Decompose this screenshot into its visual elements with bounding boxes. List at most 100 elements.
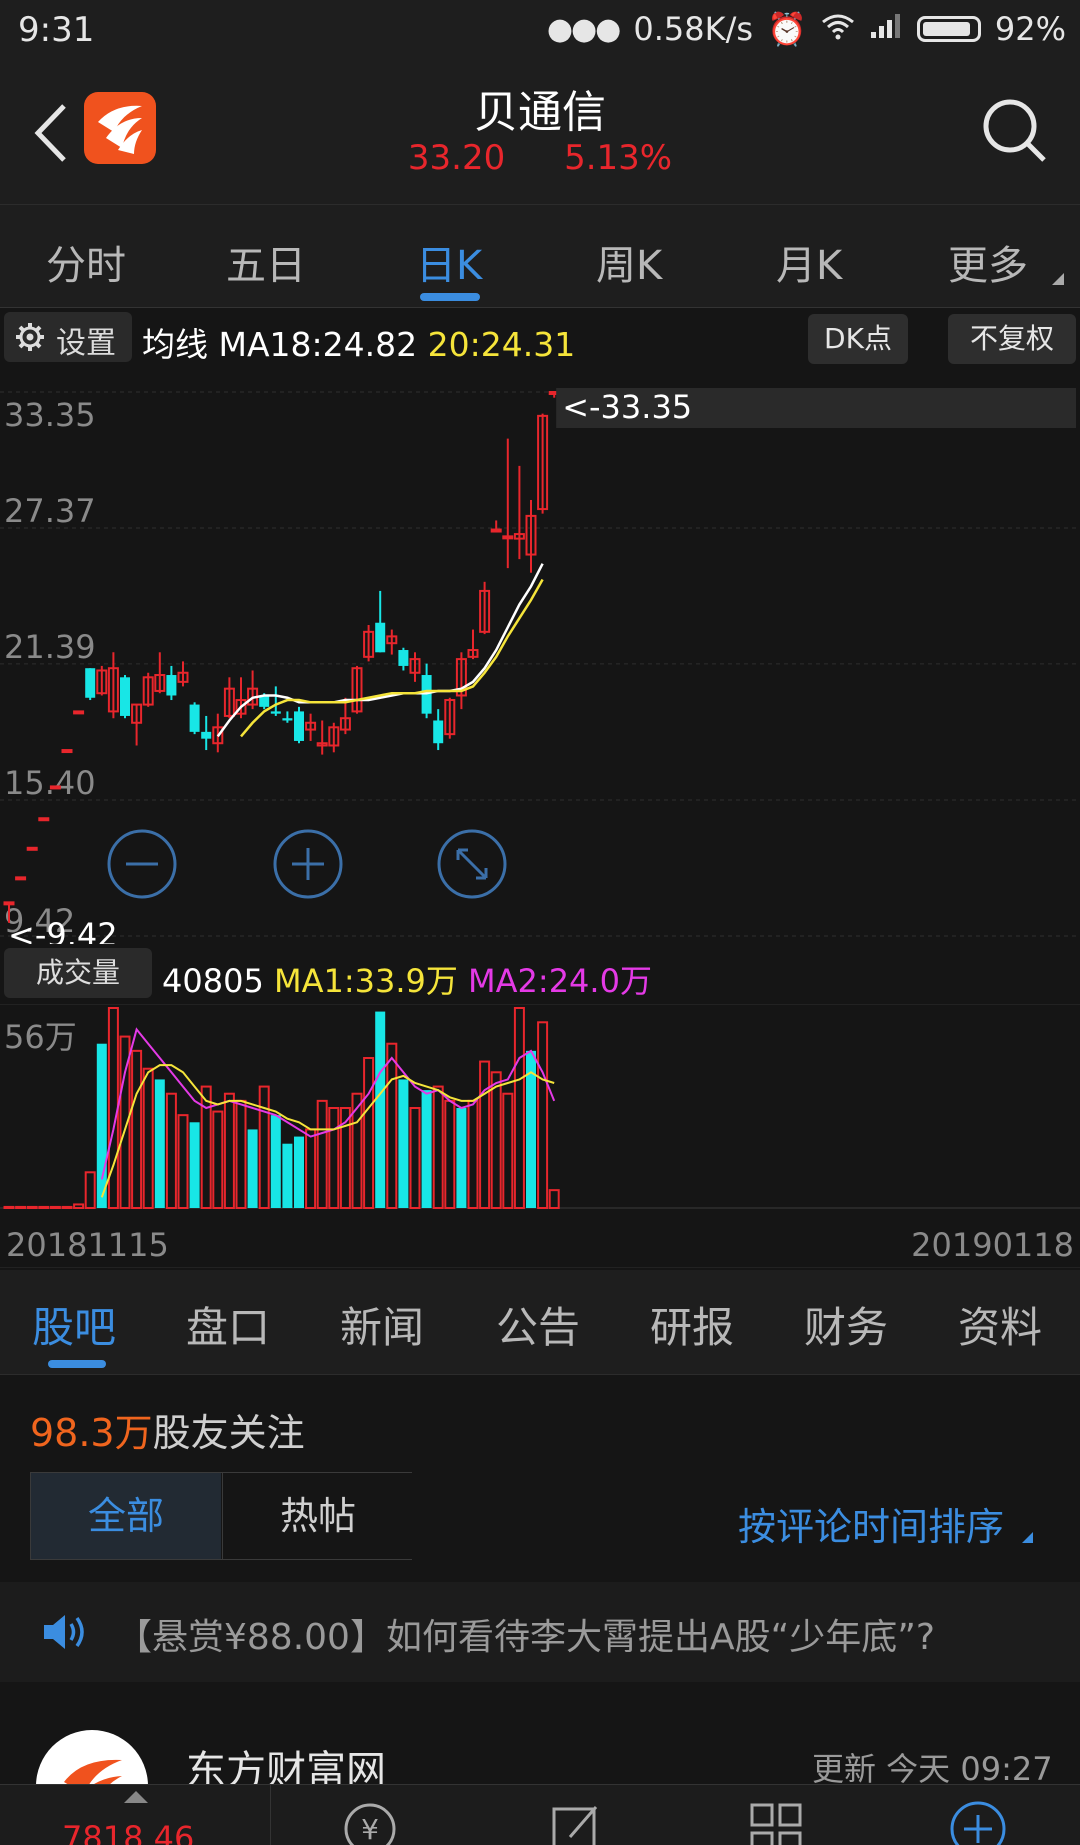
tab-guba[interactable]: 股吧 [32, 1294, 116, 1355]
max-price-label: <-33.35 [562, 388, 692, 426]
follower-number: 98.3万 [30, 1411, 153, 1455]
add-watchlist-icon[interactable] [948, 1799, 1008, 1845]
follower-count: 98.3万股友关注 [30, 1402, 305, 1457]
volume-bar [107, 1007, 119, 1209]
volume-bar [328, 1107, 340, 1209]
follower-label: 股友关注 [152, 1411, 305, 1455]
tab-profile[interactable]: 资料 [958, 1294, 1042, 1355]
volume-bar [537, 1021, 549, 1209]
tab-five-day[interactable]: 五日 [226, 233, 306, 291]
more-triangle-icon [1052, 273, 1064, 285]
volume-bar [316, 1099, 328, 1209]
tab-research[interactable]: 研报 [650, 1294, 734, 1355]
volume-bar [375, 1011, 386, 1208]
battery-icon [916, 16, 981, 42]
candle-body [270, 711, 281, 714]
volume-bar [294, 1136, 304, 1208]
volume-bar [38, 1205, 50, 1210]
tab-daily-k[interactable]: 日K [416, 233, 482, 291]
news-tabs: 股吧 盘口 新闻 公告 研报 财务 资料 [0, 1270, 1080, 1375]
tab-weekly-k[interactable]: 周K [596, 233, 662, 291]
volume-bar [479, 1060, 491, 1210]
ma18-value: 均线 MA18:24.82 [142, 325, 418, 364]
settings-button[interactable]: 设置 [4, 312, 132, 362]
candle-body [201, 731, 212, 739]
status-bar: 9:31 ●●● 0.58K/s ⏰ 92% [0, 0, 1080, 58]
active-tab-underline [420, 293, 480, 301]
grid-menu-icon[interactable] [746, 1799, 806, 1845]
sort-dropdown[interactable]: 按评论时间排序 [738, 1496, 1004, 1551]
candle-body [120, 677, 130, 716]
notice-text: 【悬赏¥88.00】如何看待李大霄提出A股“少年底”? [116, 1617, 936, 1658]
index-value[interactable]: 7818.46 [62, 1819, 194, 1845]
filter-hot-button[interactable]: 热帖 [222, 1473, 413, 1559]
candle-body [189, 704, 200, 732]
y-tick-label: 27.37 [4, 492, 96, 530]
volume-bar [305, 1128, 317, 1209]
notice-banner[interactable]: 【悬赏¥88.00】如何看待李大霄提出A股“少年底”? [0, 1582, 1080, 1682]
candle-body [490, 528, 502, 533]
volume-indicator-button[interactable]: 成交量 [4, 948, 152, 998]
dk-point-button[interactable]: DK点 [808, 314, 908, 364]
candle-body [502, 535, 514, 540]
volume-bar [73, 1203, 85, 1210]
candle-body [3, 901, 15, 906]
status-time: 9:31 [18, 10, 95, 50]
candle-body [49, 785, 61, 790]
adjust-button[interactable]: 不复权 [948, 314, 1076, 364]
y-tick-label: 15.40 [4, 764, 96, 802]
tab-more[interactable]: 更多 [948, 233, 1028, 291]
volume-bar [189, 1122, 200, 1208]
stock-change-percent: 5.13% [564, 138, 673, 178]
zoom-in-icon[interactable] [272, 828, 344, 900]
fullscreen-icon[interactable] [436, 828, 508, 900]
up-triangle-icon [124, 1791, 148, 1803]
volume-chart[interactable]: 56万 20181115 20190118 [0, 1004, 1080, 1268]
stock-price: 33.20 [407, 138, 506, 178]
edit-post-icon[interactable] [546, 1799, 606, 1845]
volume-ma1: MA1:33.9万 [273, 962, 458, 1000]
volume-bar [467, 1099, 479, 1209]
candle-body [294, 711, 304, 741]
stock-name: 贝通信 [474, 87, 606, 138]
candle-body [282, 718, 293, 721]
volume-bar [212, 1110, 224, 1209]
volume-bar [177, 1114, 189, 1209]
candle-body [398, 650, 409, 666]
volume-bar [247, 1129, 258, 1208]
volume-bar [200, 1085, 212, 1209]
alarm-icon: ⏰ [767, 10, 807, 48]
tab-announcements[interactable]: 公告 [496, 1294, 580, 1355]
volume-bar [61, 1205, 73, 1210]
candle-body [15, 876, 27, 881]
volume-bar [490, 1071, 502, 1209]
search-icon[interactable] [980, 96, 1050, 166]
tab-intraday[interactable]: 分时 [46, 233, 126, 291]
tab-news[interactable]: 新闻 [340, 1294, 424, 1355]
volume-bar [432, 1085, 444, 1209]
tab-monthly-k[interactable]: 月K [776, 233, 842, 291]
volume-bar [386, 1042, 398, 1210]
volume-bar [513, 1007, 525, 1209]
candle-body [85, 668, 96, 698]
x-end-date: 20190118 [911, 1226, 1074, 1264]
tab-finance[interactable]: 财务 [804, 1294, 888, 1355]
settings-label: 设置 [56, 326, 116, 361]
network-speed: 0.58K/s [633, 10, 754, 48]
more-dots-icon: ●●● [546, 11, 622, 47]
nav-divider [270, 1785, 271, 1845]
tab-order-book[interactable]: 盘口 [186, 1294, 270, 1355]
volume-bar [363, 1057, 375, 1209]
volume-bar [84, 1171, 96, 1210]
price-row: 33.20 5.13% [0, 138, 1080, 178]
battery-percent: 92% [994, 10, 1066, 48]
zoom-out-icon[interactable] [106, 828, 178, 900]
filter-all-button[interactable]: 全部 [31, 1473, 221, 1559]
volume-bar [502, 1092, 514, 1209]
volume-bar [282, 1143, 293, 1208]
volume-bar [96, 1043, 107, 1208]
gear-icon [16, 323, 44, 351]
trade-yuan-icon[interactable]: ¥ [340, 1799, 400, 1845]
volume-bar [3, 1205, 15, 1210]
volume-value: 40805 [162, 962, 264, 1000]
